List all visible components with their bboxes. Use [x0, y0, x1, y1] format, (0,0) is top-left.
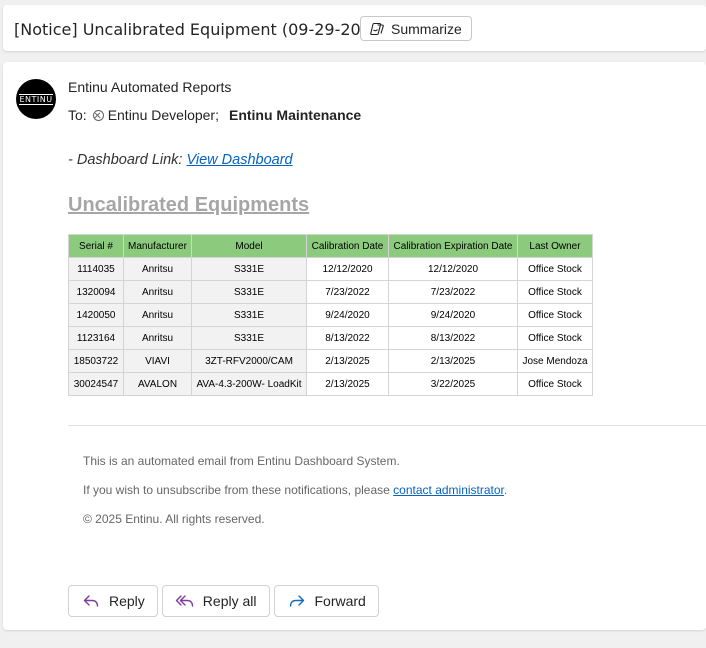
table-cell: 9/24/2020	[306, 303, 389, 327]
dashboard-link-line: - Dashboard Link: View Dashboard	[68, 152, 293, 168]
section-title: Uncalibrated Equipments	[68, 194, 310, 216]
reply-label: Reply	[109, 593, 145, 609]
table-cell: 12/12/2020	[388, 257, 518, 281]
table-cell: 2/13/2025	[388, 349, 518, 373]
table-cell: 1114035	[68, 257, 124, 281]
email-subject: [Notice] Uncalibrated Equipment (09-29-2…	[14, 20, 388, 39]
table-cell: Office Stock	[517, 257, 593, 281]
avatar[interactable]: ENTINU	[16, 79, 56, 119]
table-cell: AVALON	[123, 372, 192, 396]
table-cell: S331E	[191, 326, 307, 350]
message-actions: Reply Reply all Forward	[68, 585, 379, 617]
reply-button[interactable]: Reply	[68, 585, 158, 617]
dashboard-link-prefix: - Dashboard Link:	[68, 152, 187, 168]
table-cell: 1420050	[68, 303, 124, 327]
table-cell: 1123164	[68, 326, 124, 350]
avatar-logo-text: ENTINU	[19, 93, 53, 105]
table-cell: Anritsu	[123, 326, 192, 350]
table-cell: VIAVI	[123, 349, 192, 373]
footer-unsubscribe-suffix: .	[503, 483, 508, 497]
equipment-table: Serial # Manufacturer Model Calibration …	[68, 234, 593, 396]
table-cell: Office Stock	[517, 372, 593, 396]
table-cell: Office Stock	[517, 326, 593, 350]
column-header: Calibration Expiration Date	[388, 234, 518, 258]
footer-unsubscribe-prefix: If you wish to unsubscribe from these no…	[83, 483, 394, 497]
table-cell: 8/13/2022	[388, 326, 518, 350]
footer-automated-note: This is an automated email from Entinu D…	[83, 454, 400, 468]
recipient-developer[interactable]: Entinu Developer;	[108, 107, 219, 123]
table-cell: Anritsu	[123, 303, 192, 327]
table-row: 1320094 Anritsu S331E 7/23/2022 7/23/2022 Off…	[68, 280, 593, 304]
reply-all-button[interactable]: Reply all	[161, 585, 270, 617]
sender-name[interactable]: Entinu Automated Reports	[68, 79, 231, 95]
table-cell: Office Stock	[517, 280, 593, 304]
column-header: Model	[191, 234, 307, 258]
reply-icon	[83, 595, 99, 607]
forward-icon	[289, 595, 304, 607]
column-header: Last Owner	[517, 234, 593, 258]
view-dashboard-link[interactable]: View Dashboard	[186, 152, 292, 168]
table-cell: 2/13/2025	[306, 372, 389, 396]
table-cell: S331E	[191, 280, 307, 304]
recipient-maintenance[interactable]: Entinu Maintenance	[229, 107, 361, 123]
table-cell: 7/23/2022	[306, 280, 389, 304]
table-cell: 8/13/2022	[306, 326, 389, 350]
table-cell: Anritsu	[123, 280, 192, 304]
table-cell: Jose Mendoza	[517, 349, 593, 373]
message-pane: ENTINU Entinu Automated Reports To: Enti…	[3, 62, 706, 630]
subject-bar: [Notice] Uncalibrated Equipment (09-29-2…	[3, 5, 706, 51]
table-row: 1420050 Anritsu S331E 9/24/2020 9/24/2020 Off…	[68, 303, 593, 327]
table-cell: 18503722	[68, 349, 124, 373]
footer-copyright: © 2025 Entinu. All rights reserved.	[83, 512, 265, 526]
summarize-button[interactable]: Summarize	[360, 16, 472, 41]
table-cell: AVA-4.3-200W- LoadKit	[191, 372, 307, 396]
table-cell: 3/22/2025	[388, 372, 518, 396]
to-label: To:	[68, 107, 87, 123]
table-cell: 2/13/2025	[306, 349, 389, 373]
table-header-row: Serial # Manufacturer Model Calibration …	[68, 234, 593, 258]
blocked-icon	[92, 109, 104, 121]
table-cell: Office Stock	[517, 303, 593, 327]
table-cell: 12/12/2020	[306, 257, 389, 281]
forward-label: Forward	[314, 593, 366, 609]
forward-button[interactable]: Forward	[273, 585, 379, 617]
table-row: 18503722 VIAVI 3ZT-RFV2000/CAM 2/13/2025 2/1…	[68, 349, 593, 373]
table-cell: 3ZT-RFV2000/CAM	[191, 349, 307, 373]
table-cell: S331E	[191, 257, 307, 281]
table-cell: Anritsu	[123, 257, 192, 281]
reply-all-icon	[175, 595, 193, 607]
column-header: Manufacturer	[123, 234, 192, 258]
reply-all-label: Reply all	[202, 593, 257, 609]
contact-administrator-link[interactable]: contact administrator	[393, 483, 504, 497]
table-cell: S331E	[191, 303, 307, 327]
divider	[68, 425, 706, 426]
table-cell: 30024547	[68, 372, 124, 396]
table-cell: 1320094	[68, 280, 124, 304]
table-row: 1114035 Anritsu S331E 12/12/2020 12/12/2020 O…	[68, 257, 593, 281]
copilot-icon	[370, 22, 384, 35]
table-cell: 7/23/2022	[388, 280, 518, 304]
table-row: 30024547 AVALON AVA-4.3-200W- LoadKit 2/13/…	[68, 372, 593, 396]
table-row: 1123164 Anritsu S331E 8/13/2022 8/13/2022 Off…	[68, 326, 593, 350]
summarize-label: Summarize	[391, 20, 462, 37]
recipients-line: To: Entinu Developer; Entinu Maintenance	[68, 107, 361, 123]
column-header: Serial #	[68, 234, 124, 258]
footer-unsubscribe-note: If you wish to unsubscribe from these no…	[83, 483, 507, 497]
table-cell: 9/24/2020	[388, 303, 518, 327]
column-header: Calibration Date	[306, 234, 389, 258]
